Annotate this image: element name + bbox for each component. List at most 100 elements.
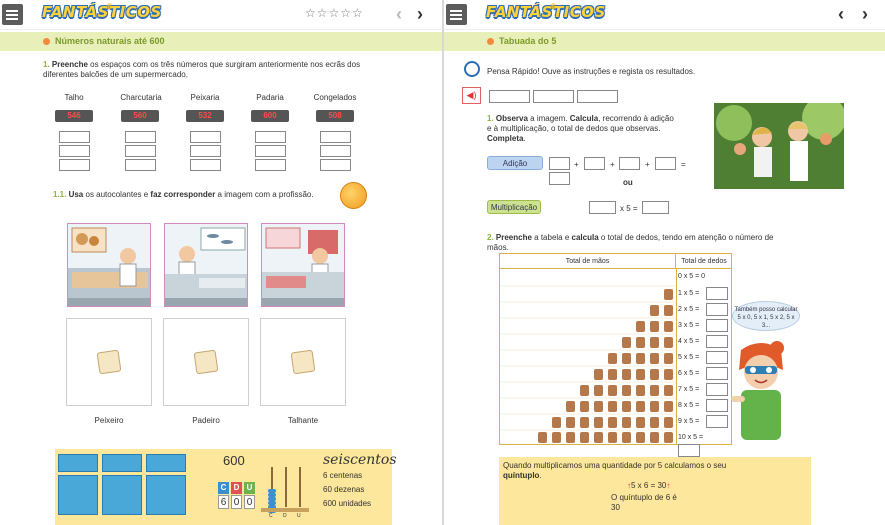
cdu-label: U [244, 482, 255, 494]
chevron-right-icon[interactable]: › [417, 4, 423, 25]
addend-input[interactable] [619, 157, 640, 170]
sticker-drop-slot[interactable] [66, 318, 152, 406]
quick-answer-input[interactable] [533, 90, 574, 103]
quintuplo-example: ↑5 x 6 = 30↑ [627, 481, 671, 490]
chapter-dot-icon [43, 38, 50, 45]
quintuplo-text: Quando multiplicamos uma quantidade por … [503, 461, 727, 480]
chapter-bar: Números naturais até 600 [0, 32, 442, 51]
quick-answer-input[interactable] [489, 90, 530, 103]
addend-input[interactable] [584, 157, 605, 170]
sum-input[interactable] [549, 172, 570, 185]
exercise-2-instruction: 2. Preenche a tabela e calcula o total d… [487, 233, 774, 252]
factor-input[interactable] [589, 201, 616, 214]
chapter-bar: Tabuada do 5 [444, 32, 885, 51]
cdu-label: D [231, 482, 242, 494]
table-answer-input[interactable] [706, 383, 728, 396]
answer-input[interactable] [255, 159, 286, 171]
table-row-label: 3 x 5 = [678, 322, 700, 329]
column-label: Talho [64, 93, 84, 102]
answer-input[interactable] [190, 159, 221, 171]
answer-input[interactable] [255, 131, 286, 143]
chevron-left-icon[interactable]: ‹ [838, 4, 844, 25]
table-answer-input[interactable] [706, 335, 728, 348]
table-answer-input[interactable] [706, 303, 728, 316]
globe-badge-icon[interactable] [340, 182, 367, 209]
table-answer-input[interactable] [678, 444, 700, 457]
table-answer-input[interactable] [706, 287, 728, 300]
display-value: 600 [251, 110, 289, 122]
chevron-left-icon[interactable]: ‹ [396, 4, 402, 25]
app-logo: ♛ FANTÁSTICOS [486, 2, 606, 21]
display-value: 560 [121, 110, 159, 122]
stopwatch-icon [464, 61, 480, 77]
answer-input[interactable] [320, 159, 351, 171]
logo-text: FANTÁSTICOS [42, 3, 162, 21]
table-answer-input[interactable] [706, 351, 728, 364]
profession-label: Talhante [287, 416, 319, 425]
hamburger-menu-icon[interactable] [2, 4, 23, 25]
app-logo: ♛ FANTÁSTICOS [42, 2, 162, 21]
number-digits: 600 [223, 453, 245, 468]
chevron-right-icon[interactable]: › [862, 4, 868, 25]
answer-input[interactable] [125, 159, 156, 171]
addend-input[interactable] [655, 157, 676, 170]
table-answer-input[interactable] [706, 367, 728, 380]
number-info-panel: 600 C D U 6 0 0 C D U seiscentos 6 cente… [55, 449, 397, 525]
quintuplo-caption: 30 [611, 503, 620, 512]
top-bar: ♛ FANTÁSTICOS ☆☆☆☆☆ ‹ › [0, 0, 442, 30]
table-row-label: 8 x 5 = [678, 402, 700, 409]
base-ten-block [146, 475, 186, 515]
answer-input[interactable] [125, 131, 156, 143]
addend-input[interactable] [549, 157, 570, 170]
equals-sign: = [681, 160, 686, 169]
answer-input[interactable] [320, 145, 351, 157]
exercise-1-1-instruction: 1.1. Usa os autocolantes e faz correspon… [53, 190, 314, 199]
answer-input[interactable] [59, 145, 90, 157]
product-input[interactable] [642, 201, 669, 214]
table-answer-input[interactable] [706, 399, 728, 412]
abacus-label: C [269, 513, 273, 519]
table-answer-input[interactable] [706, 415, 728, 428]
quintuplo-info-panel: Quando multiplicamos uma quantidade por … [499, 457, 811, 525]
column-label: Padaria [256, 93, 284, 102]
table-answer-input[interactable] [706, 319, 728, 332]
table-row-label: 6 x 5 = [678, 370, 700, 377]
logo-text: FANTÁSTICOS [486, 3, 606, 21]
sticker-drop-slot[interactable] [163, 318, 249, 406]
info-line: 6 centenas [323, 471, 363, 480]
cdu-digit: 0 [231, 495, 242, 509]
sticker-icon [96, 349, 122, 375]
top-bar: ♛ FANTÁSTICOS ‹ › [444, 0, 885, 30]
hamburger-menu-icon[interactable] [446, 4, 467, 25]
answer-input[interactable] [59, 159, 90, 171]
hands-illustration [500, 269, 676, 445]
plus-sign: + [610, 160, 615, 169]
answer-input[interactable] [255, 145, 286, 157]
plus-sign: + [645, 160, 650, 169]
speaker-icon[interactable]: ◀) [462, 87, 481, 104]
cdu-digit: 0 [244, 495, 255, 509]
shop-scene-fishmonger [164, 223, 248, 307]
abacus-label: D [283, 513, 287, 519]
answer-input[interactable] [320, 131, 351, 143]
info-line: 60 dezenas [323, 485, 365, 494]
or-label: ou [623, 178, 633, 187]
crown-icon: ♛ [550, 2, 558, 11]
shop-scene-bakery [67, 223, 151, 307]
left-page: ♛ FANTÁSTICOS ☆☆☆☆☆ ‹ › Números naturais… [0, 0, 442, 525]
girl-character [731, 340, 791, 450]
answer-input[interactable] [190, 145, 221, 157]
rating-stars[interactable]: ☆☆☆☆☆ [305, 6, 364, 20]
sticker-icon [193, 349, 219, 375]
cdu-digit: 6 [218, 495, 229, 509]
children-hands-photo [714, 103, 844, 189]
answer-input[interactable] [190, 131, 221, 143]
quick-answer-input[interactable] [577, 90, 618, 103]
exercise-1-instruction: 1. Preenche os espaços com os três númer… [43, 60, 361, 79]
sticker-drop-slot[interactable] [260, 318, 346, 406]
table-row-label: 4 x 5 = [678, 338, 700, 345]
answer-input[interactable] [125, 145, 156, 157]
shop-scene-butcher [261, 223, 345, 307]
abacus: C D U [261, 463, 311, 519]
answer-input[interactable] [59, 131, 90, 143]
